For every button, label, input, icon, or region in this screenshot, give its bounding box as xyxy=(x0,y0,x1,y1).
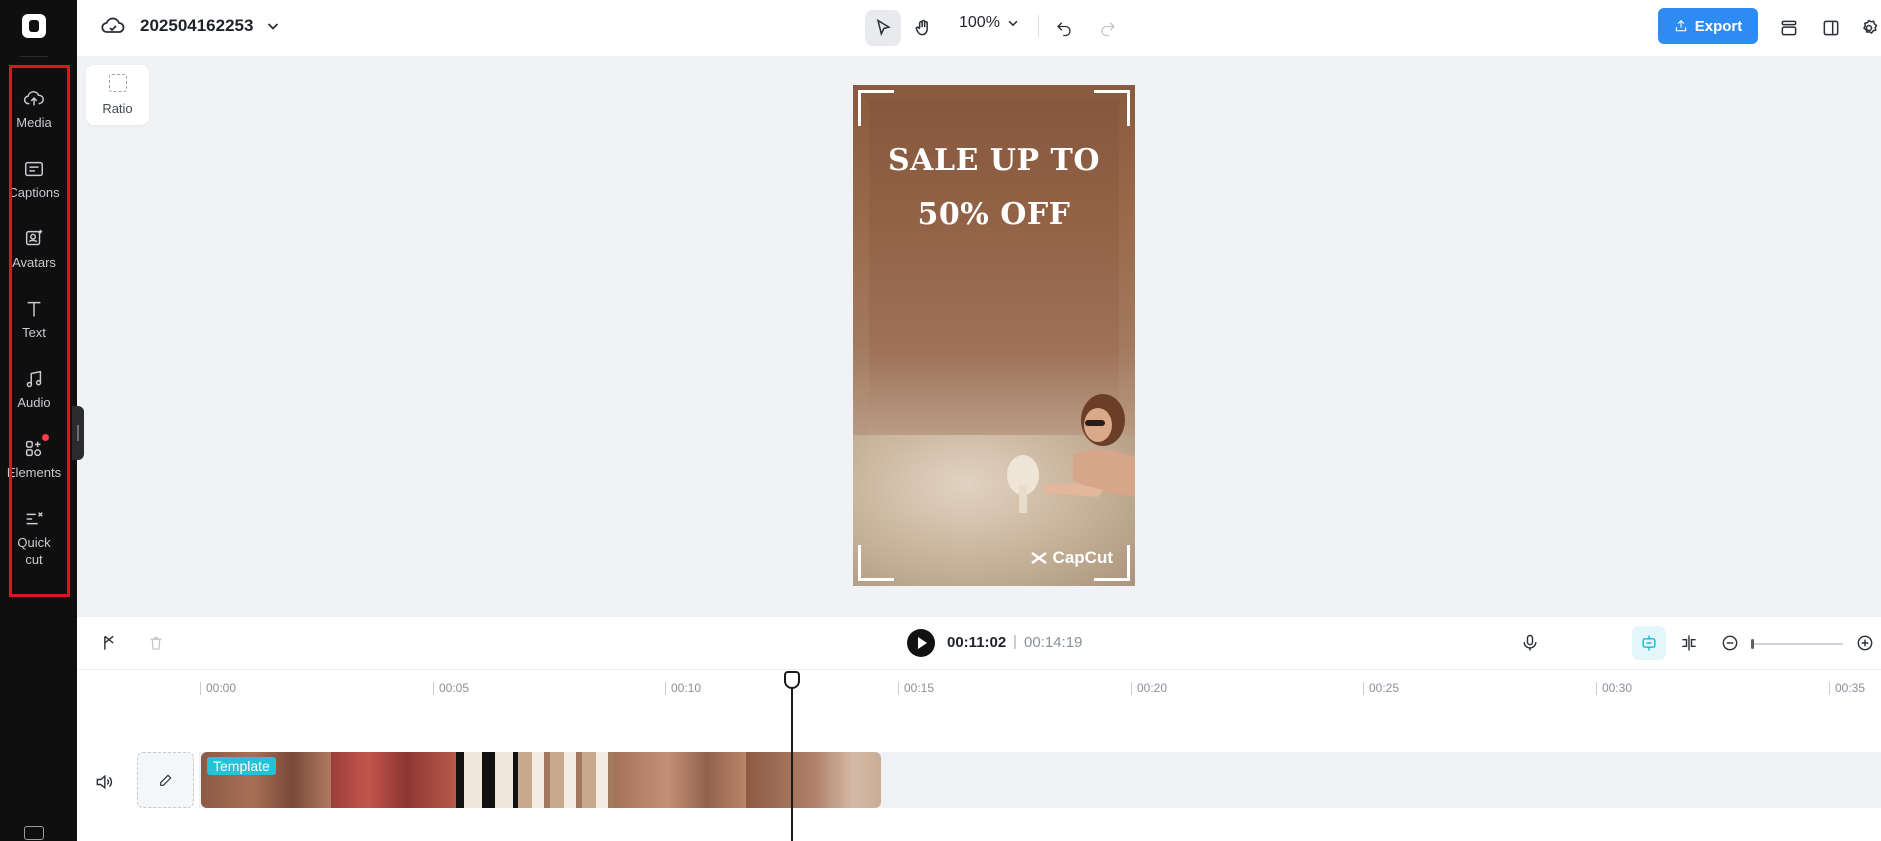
undo-button[interactable] xyxy=(1049,10,1079,46)
export-button[interactable]: Export xyxy=(1658,8,1758,44)
clip-label-template: Template xyxy=(207,757,276,775)
hand-icon xyxy=(915,19,928,36)
settings-button[interactable] xyxy=(1858,10,1880,46)
promo-headline-line2[interactable]: 50% OFF xyxy=(853,197,1135,232)
cloud-sync-icon[interactable] xyxy=(101,14,125,38)
clip-thumbnail xyxy=(331,752,456,808)
delete-button[interactable] xyxy=(144,631,168,655)
time-separator: | xyxy=(1013,633,1017,650)
ruler-tick: 00:35 xyxy=(1829,682,1865,695)
redo-icon xyxy=(1101,22,1115,37)
clip-thumbnail xyxy=(614,752,746,808)
microphone-icon xyxy=(1523,634,1537,651)
split-clip-button[interactable] xyxy=(97,631,121,655)
track-edit-button[interactable] xyxy=(137,752,194,808)
preview-image-figure xyxy=(1007,394,1135,513)
track-volume-icon[interactable] xyxy=(94,772,114,792)
zoom-value: 100% xyxy=(959,14,1000,31)
split-panel-icon xyxy=(1823,20,1839,36)
layers-button[interactable] xyxy=(1774,10,1804,46)
play-icon xyxy=(918,637,927,649)
minus-circle-icon xyxy=(1722,635,1738,651)
ruler-tick: 00:10 xyxy=(665,682,701,695)
upload-icon xyxy=(1675,20,1686,32)
ratio-label: Ratio xyxy=(102,101,133,116)
clip-thumbnail xyxy=(746,752,881,808)
playhead-line[interactable] xyxy=(791,673,793,841)
app-logo[interactable] xyxy=(22,14,46,38)
time-ruler[interactable]: 00:00 00:05 00:10 00:15 00:20 00:25 00:3… xyxy=(77,669,1881,703)
video-preview[interactable]: SALE UP TO 50% OFF CapCut xyxy=(853,85,1135,586)
ratio-button[interactable]: Ratio xyxy=(86,65,149,125)
ruler-tick: 00:20 xyxy=(1131,682,1167,695)
keyboard-icon[interactable] xyxy=(24,826,44,840)
ruler-tick: 00:15 xyxy=(898,682,934,695)
timeline-zoom-thumb[interactable] xyxy=(1751,639,1754,649)
top-bar: 202504162253 100% Export xyxy=(77,0,1881,56)
crop-corner-bottom-left[interactable] xyxy=(858,545,894,581)
chevron-down-icon xyxy=(1008,20,1018,27)
ruler-tick: 00:25 xyxy=(1363,682,1399,695)
playhead-handle[interactable] xyxy=(784,671,800,689)
toolbar-divider xyxy=(1038,15,1039,37)
ruler-tick: 00:00 xyxy=(200,682,236,695)
aspect-ratio-icon xyxy=(108,74,127,92)
split-screen-button[interactable] xyxy=(1677,631,1701,655)
playback-bar: 00:11:02 | 00:14:19 xyxy=(77,617,1881,669)
crop-corner-top-right[interactable] xyxy=(1094,90,1130,126)
select-tool-button[interactable] xyxy=(865,10,901,46)
undo-icon xyxy=(1057,22,1071,37)
hand-tool-button[interactable] xyxy=(905,10,941,46)
layers-icon xyxy=(1781,20,1797,36)
capcut-watermark: CapCut xyxy=(1030,548,1113,568)
rail-divider xyxy=(20,56,48,57)
capcut-logo-icon xyxy=(1030,552,1047,564)
split-center-icon xyxy=(1682,635,1696,651)
timeline-zoom-slider[interactable] xyxy=(1751,643,1843,645)
cursor-icon xyxy=(876,18,891,37)
ruler-tick: 00:30 xyxy=(1596,682,1632,695)
promo-headline-line1[interactable]: SALE UP TO xyxy=(853,143,1135,178)
export-label: Export xyxy=(1694,17,1743,35)
clip-thumbnail xyxy=(456,752,518,808)
timeline-panel: 00:00 00:05 00:10 00:15 00:20 00:25 00:3… xyxy=(77,669,1881,841)
ruler-tick: 00:05 xyxy=(433,682,469,695)
rail-collapse-handle[interactable] xyxy=(72,406,84,460)
current-time: 00:11:02 xyxy=(947,634,1007,651)
left-rail: Media Captions Avatars Text Audio Elemen… xyxy=(0,0,77,841)
crop-corner-top-left[interactable] xyxy=(858,90,894,126)
chevron-down-icon[interactable] xyxy=(265,18,281,34)
template-clip[interactable]: Template xyxy=(201,752,881,808)
split-icon xyxy=(104,635,114,650)
zoom-out-button[interactable] xyxy=(1718,631,1742,655)
zoom-select[interactable]: 100% xyxy=(959,14,1020,32)
plus-circle-icon xyxy=(1857,635,1873,651)
panel-toggle-button[interactable] xyxy=(1816,10,1846,46)
brand-text: CapCut xyxy=(1052,548,1113,567)
gear-icon xyxy=(1863,19,1878,34)
magnet-snap-icon xyxy=(1642,635,1656,651)
total-time: 00:14:19 xyxy=(1024,634,1083,651)
redo-button[interactable] xyxy=(1093,10,1123,46)
auto-snap-toggle[interactable] xyxy=(1632,626,1666,660)
pencil-icon xyxy=(159,774,171,786)
zoom-in-button[interactable] xyxy=(1853,631,1877,655)
record-voice-button[interactable] xyxy=(1518,631,1542,655)
clip-thumbnail xyxy=(518,752,614,808)
trash-icon xyxy=(150,637,162,650)
sidebar-highlight-box xyxy=(9,65,70,597)
play-button[interactable] xyxy=(907,629,935,657)
project-name[interactable]: 202504162253 xyxy=(140,16,253,36)
